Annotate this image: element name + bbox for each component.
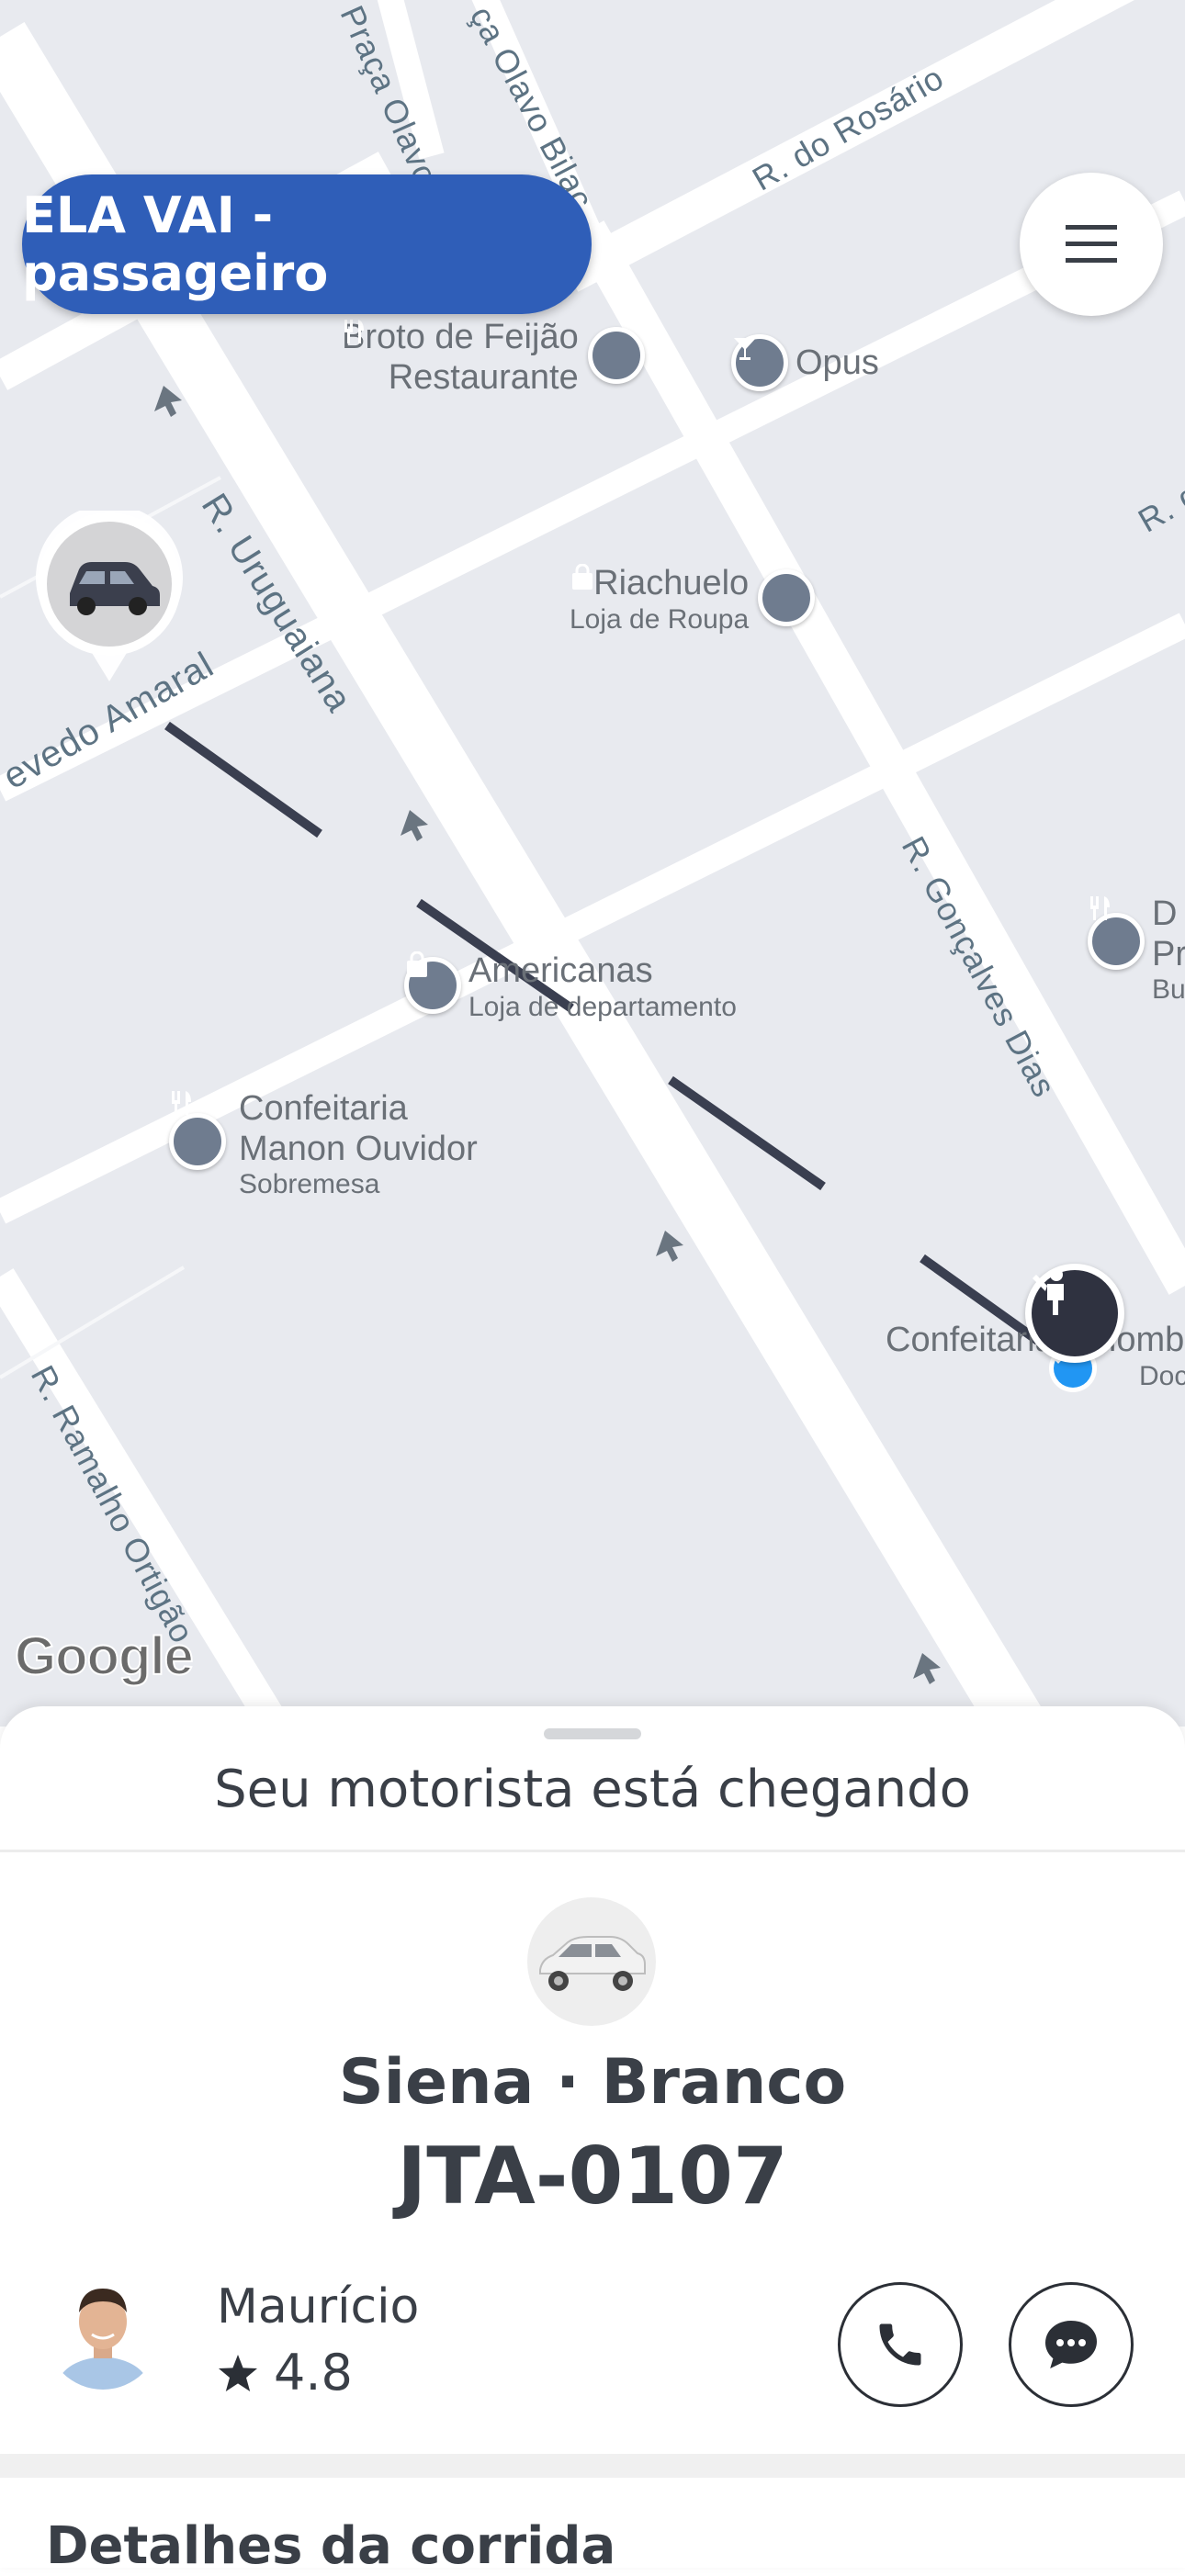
driver-car-marker[interactable] xyxy=(35,511,184,685)
call-driver-button[interactable] xyxy=(838,2282,963,2407)
car-model-color: Siena · Branco xyxy=(338,2046,847,2119)
chat-driver-button[interactable] xyxy=(1009,2282,1134,2407)
poi-americanas[interactable]: Americanas Loja de departamento xyxy=(404,951,737,1023)
poi-name: Manon Ouvidor xyxy=(239,1129,478,1168)
poi-category: Sobremesa xyxy=(239,1169,380,1200)
app-title: ELA VAI - passageiro xyxy=(22,186,329,302)
poi-name: Pr xyxy=(1152,934,1185,973)
poi-category: Loja de departamento xyxy=(468,991,737,1022)
fork-knife-icon xyxy=(1088,896,1145,970)
ride-details-heading[interactable]: Detalhes da corrida xyxy=(46,2516,615,2576)
passenger-waving-icon xyxy=(1025,1264,1124,1363)
poi-category: Doc xyxy=(1139,1360,1185,1391)
poi-name: Broto de Feijão xyxy=(342,318,579,356)
poi-category: Loja de Roupa xyxy=(570,603,750,635)
poi-category: Bu xyxy=(1152,974,1185,1006)
ride-status-sheet[interactable]: Seu motorista está chegando Siena · Bran… xyxy=(0,1706,1185,2568)
shopping-bag-icon xyxy=(404,951,461,1014)
poi-name: Opus xyxy=(796,343,879,382)
shopping-bag-icon xyxy=(572,564,816,626)
cocktail-icon xyxy=(731,334,788,391)
poi-opus[interactable]: Opus xyxy=(731,334,879,391)
fork-knife-icon xyxy=(344,320,645,384)
poi-name: D xyxy=(1152,894,1178,933)
poi-riachuelo[interactable]: Riachuelo Loja de Roupa xyxy=(570,564,816,636)
hamburger-menu-icon xyxy=(1066,225,1117,263)
ride-status-title: Seu motorista está chegando xyxy=(214,1760,971,1819)
driver-name: Maurício xyxy=(217,2279,420,2334)
section-separator xyxy=(0,2454,1185,2478)
chat-bubble-icon xyxy=(1045,2321,1097,2368)
license-plate: JTA-0107 xyxy=(397,2131,788,2222)
poi-name: Restaurante xyxy=(388,357,579,397)
sheet-drag-handle[interactable] xyxy=(544,1728,641,1739)
poi-confeitaria-manon[interactable]: Confeitaria Manon Ouvidor Sobremesa xyxy=(169,1089,478,1201)
car-icon xyxy=(539,1936,646,1991)
google-logo: Google xyxy=(14,1625,195,1687)
poi-name: Confeitaria xyxy=(239,1089,408,1128)
poi-partial-right[interactable]: D Pr Bu xyxy=(1088,894,1185,1007)
star-icon xyxy=(219,2354,257,2391)
fork-knife-icon xyxy=(169,1091,226,1170)
divider xyxy=(0,1850,1185,1852)
driver-rating: 4.8 xyxy=(217,2344,353,2402)
poi-broto-de-feijao[interactable]: Broto de Feijão Restaurante xyxy=(342,318,645,398)
rating-value: 4.8 xyxy=(274,2344,353,2402)
menu-button[interactable] xyxy=(1020,173,1163,316)
car-thumbnail xyxy=(527,1897,656,2026)
poi-name: Americanas xyxy=(468,951,653,990)
poi-name: Riachuelo xyxy=(593,564,750,602)
driver-avatar xyxy=(46,2276,160,2390)
phone-icon xyxy=(879,2323,921,2366)
app-title-pill: ELA VAI - passageiro xyxy=(22,174,592,314)
